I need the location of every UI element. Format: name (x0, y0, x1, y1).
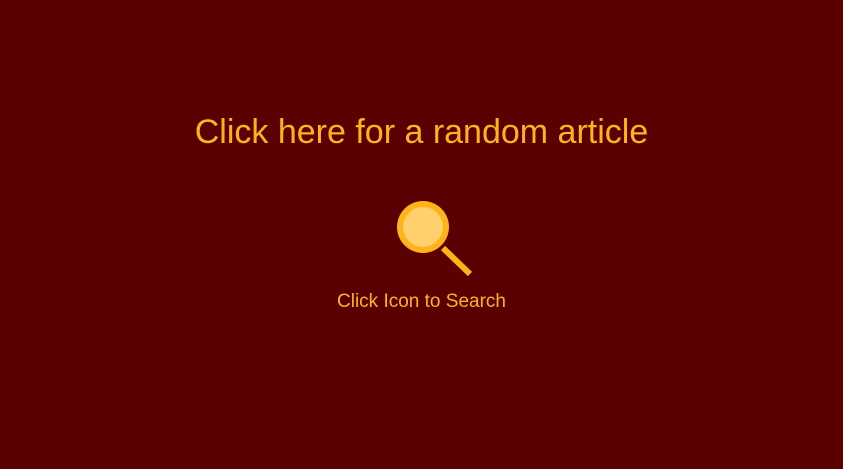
search-caption: Click Icon to Search (337, 291, 506, 312)
magnifier-graphic (397, 201, 473, 277)
page: Click here for a random article Click Ic… (0, 0, 843, 469)
search-icon[interactable] (393, 196, 475, 278)
random-article-link[interactable]: Click here for a random article (0, 112, 843, 152)
